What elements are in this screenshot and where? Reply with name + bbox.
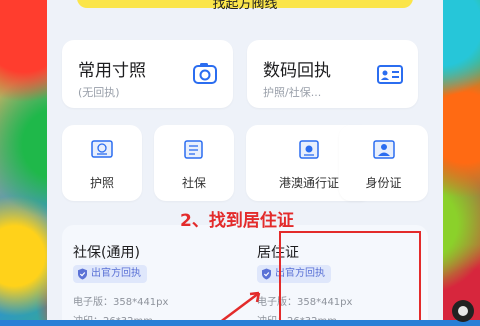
card-label: 护照 — [89, 176, 114, 190]
highlight-box — [279, 231, 421, 320]
card-subtitle: 护照/社保... — [263, 86, 322, 99]
card-standard-photo[interactable]: 常用寸照 (无回执) — [62, 40, 233, 108]
social-security-icon — [184, 140, 203, 159]
card-label: 社保 — [181, 176, 206, 190]
top-banner: 找起方阀线 — [77, 0, 413, 12]
item-title: 社保(通用) — [73, 245, 140, 261]
official-receipt-badge: 出官方回执 — [73, 265, 147, 283]
card-social-security[interactable]: 社保 — [154, 125, 234, 201]
travel-permit-icon — [299, 140, 319, 159]
card-title: 常用寸照 — [78, 61, 146, 81]
pointer-arrow-icon — [220, 291, 261, 320]
banner-text: 找起方阀线 — [212, 0, 278, 12]
id-photo-icon — [372, 140, 395, 159]
badge-text: 出官方回执 — [91, 268, 141, 279]
hand-pointer-icon — [452, 300, 474, 322]
card-passport[interactable]: 护照 — [62, 125, 142, 201]
app-screen: 找起方阀线 常用寸照 (无回执) 数码回执 护照/社保... 护照 社保 港澳通… — [47, 0, 443, 320]
card-label: 身份证 — [365, 176, 402, 190]
card-subtitle: (无回执) — [78, 86, 120, 99]
id-card-icon — [377, 65, 403, 84]
card-digital-receipt[interactable]: 数码回执 护照/社保... — [247, 40, 418, 108]
annotation-text: 2、找到居住证 — [180, 211, 294, 231]
card-title: 数码回执 — [263, 61, 331, 81]
shield-check-icon — [78, 268, 87, 280]
passport-icon — [91, 140, 113, 158]
camera-icon — [193, 63, 217, 84]
shield-check-icon — [262, 268, 271, 280]
spec-print: 冲印：26*32mm — [73, 312, 153, 320]
spec-digital: 电子版：358*441px — [73, 297, 169, 308]
card-id-card[interactable]: 身份证 — [339, 125, 428, 201]
